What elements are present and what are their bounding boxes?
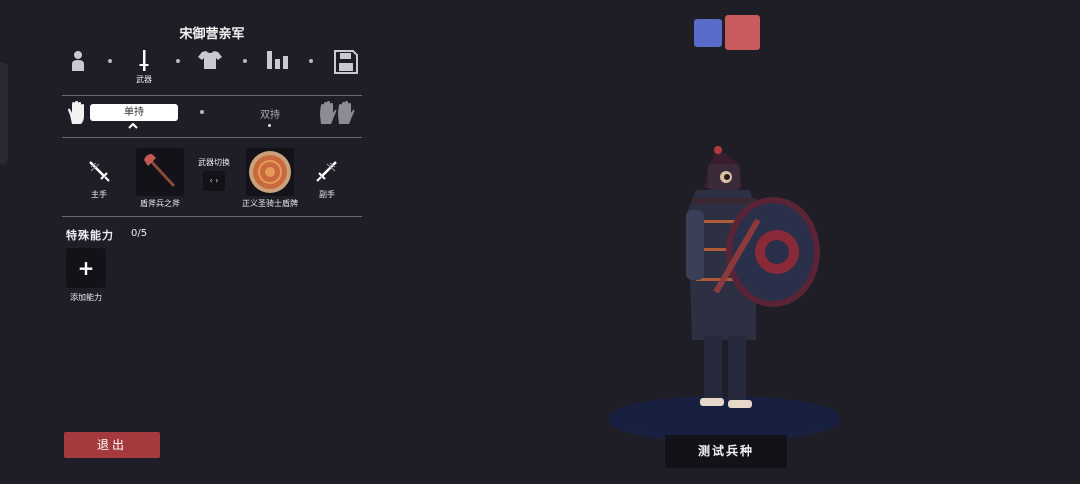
weapon-swap-label: 武器切换 — [198, 158, 230, 167]
grip-single-button[interactable]: 单持 — [90, 104, 178, 121]
main-weapon-slot[interactable] — [136, 148, 184, 196]
person-icon — [72, 51, 84, 71]
tab-separator — [176, 59, 180, 63]
axe-icon — [144, 154, 176, 188]
main-hand-sword-icon — [89, 161, 110, 182]
shirt-icon — [198, 51, 222, 69]
grip-dual-button[interactable]: 双持 — [248, 106, 292, 121]
grip-dual-indicator — [268, 124, 271, 127]
abilities-title: 特殊能力 — [66, 229, 114, 242]
tab-save[interactable] — [330, 46, 362, 90]
abilities-count: 0/5 — [131, 228, 148, 239]
side-panel-handle[interactable] — [0, 62, 8, 164]
test-unit-button[interactable]: 测试兵种 — [665, 435, 787, 468]
tab-separator — [108, 59, 112, 63]
tab-clothing[interactable] — [194, 46, 226, 90]
off-weapon-slot[interactable] — [246, 148, 294, 196]
dual-hands-icon — [320, 101, 355, 124]
grip-selector: 单持 双持 — [62, 98, 362, 134]
unit-title: 宋御营亲军 — [179, 27, 245, 42]
team-red-button[interactable] — [725, 15, 760, 50]
divider — [62, 95, 362, 96]
tab-stats[interactable] — [262, 46, 294, 90]
exit-button[interactable]: 退出 — [64, 432, 160, 458]
tab-weapon-label: 武器 — [136, 75, 152, 84]
tab-body[interactable] — [62, 46, 94, 90]
add-ability-label: 添加能力 — [70, 293, 102, 302]
off-hand-label: 副手 — [319, 190, 335, 199]
main-weapon-name: 盾斧兵之斧 — [140, 199, 180, 208]
divider — [62, 216, 362, 217]
tab-separator — [243, 59, 247, 63]
weapon-swap-button[interactable]: ‹ › — [203, 171, 225, 191]
divider — [62, 137, 362, 138]
single-hand-icon — [68, 101, 84, 124]
main-hand-label: 主手 — [91, 190, 107, 199]
round-shield-icon — [249, 151, 291, 193]
off-hand-sword-icon — [316, 161, 337, 182]
tab-separator — [309, 59, 313, 63]
save-disk-icon — [334, 50, 358, 74]
sword-icon — [139, 50, 149, 71]
weapon-slots: 主手 盾斧兵之斧 武器切换 ‹ › 正义圣骑士盾牌 副手 — [62, 146, 362, 214]
off-weapon-name: 正义圣骑士盾牌 — [242, 199, 298, 208]
stats-bars-icon — [267, 51, 288, 69]
chevron-up-icon — [128, 122, 138, 129]
add-ability-button[interactable]: + — [66, 248, 106, 288]
unit-preview-model — [609, 146, 839, 442]
category-tabs: 武器 — [62, 46, 364, 90]
team-blue-button[interactable] — [694, 19, 722, 47]
grip-separator — [200, 110, 204, 114]
tab-weapon[interactable]: 武器 — [128, 46, 160, 90]
